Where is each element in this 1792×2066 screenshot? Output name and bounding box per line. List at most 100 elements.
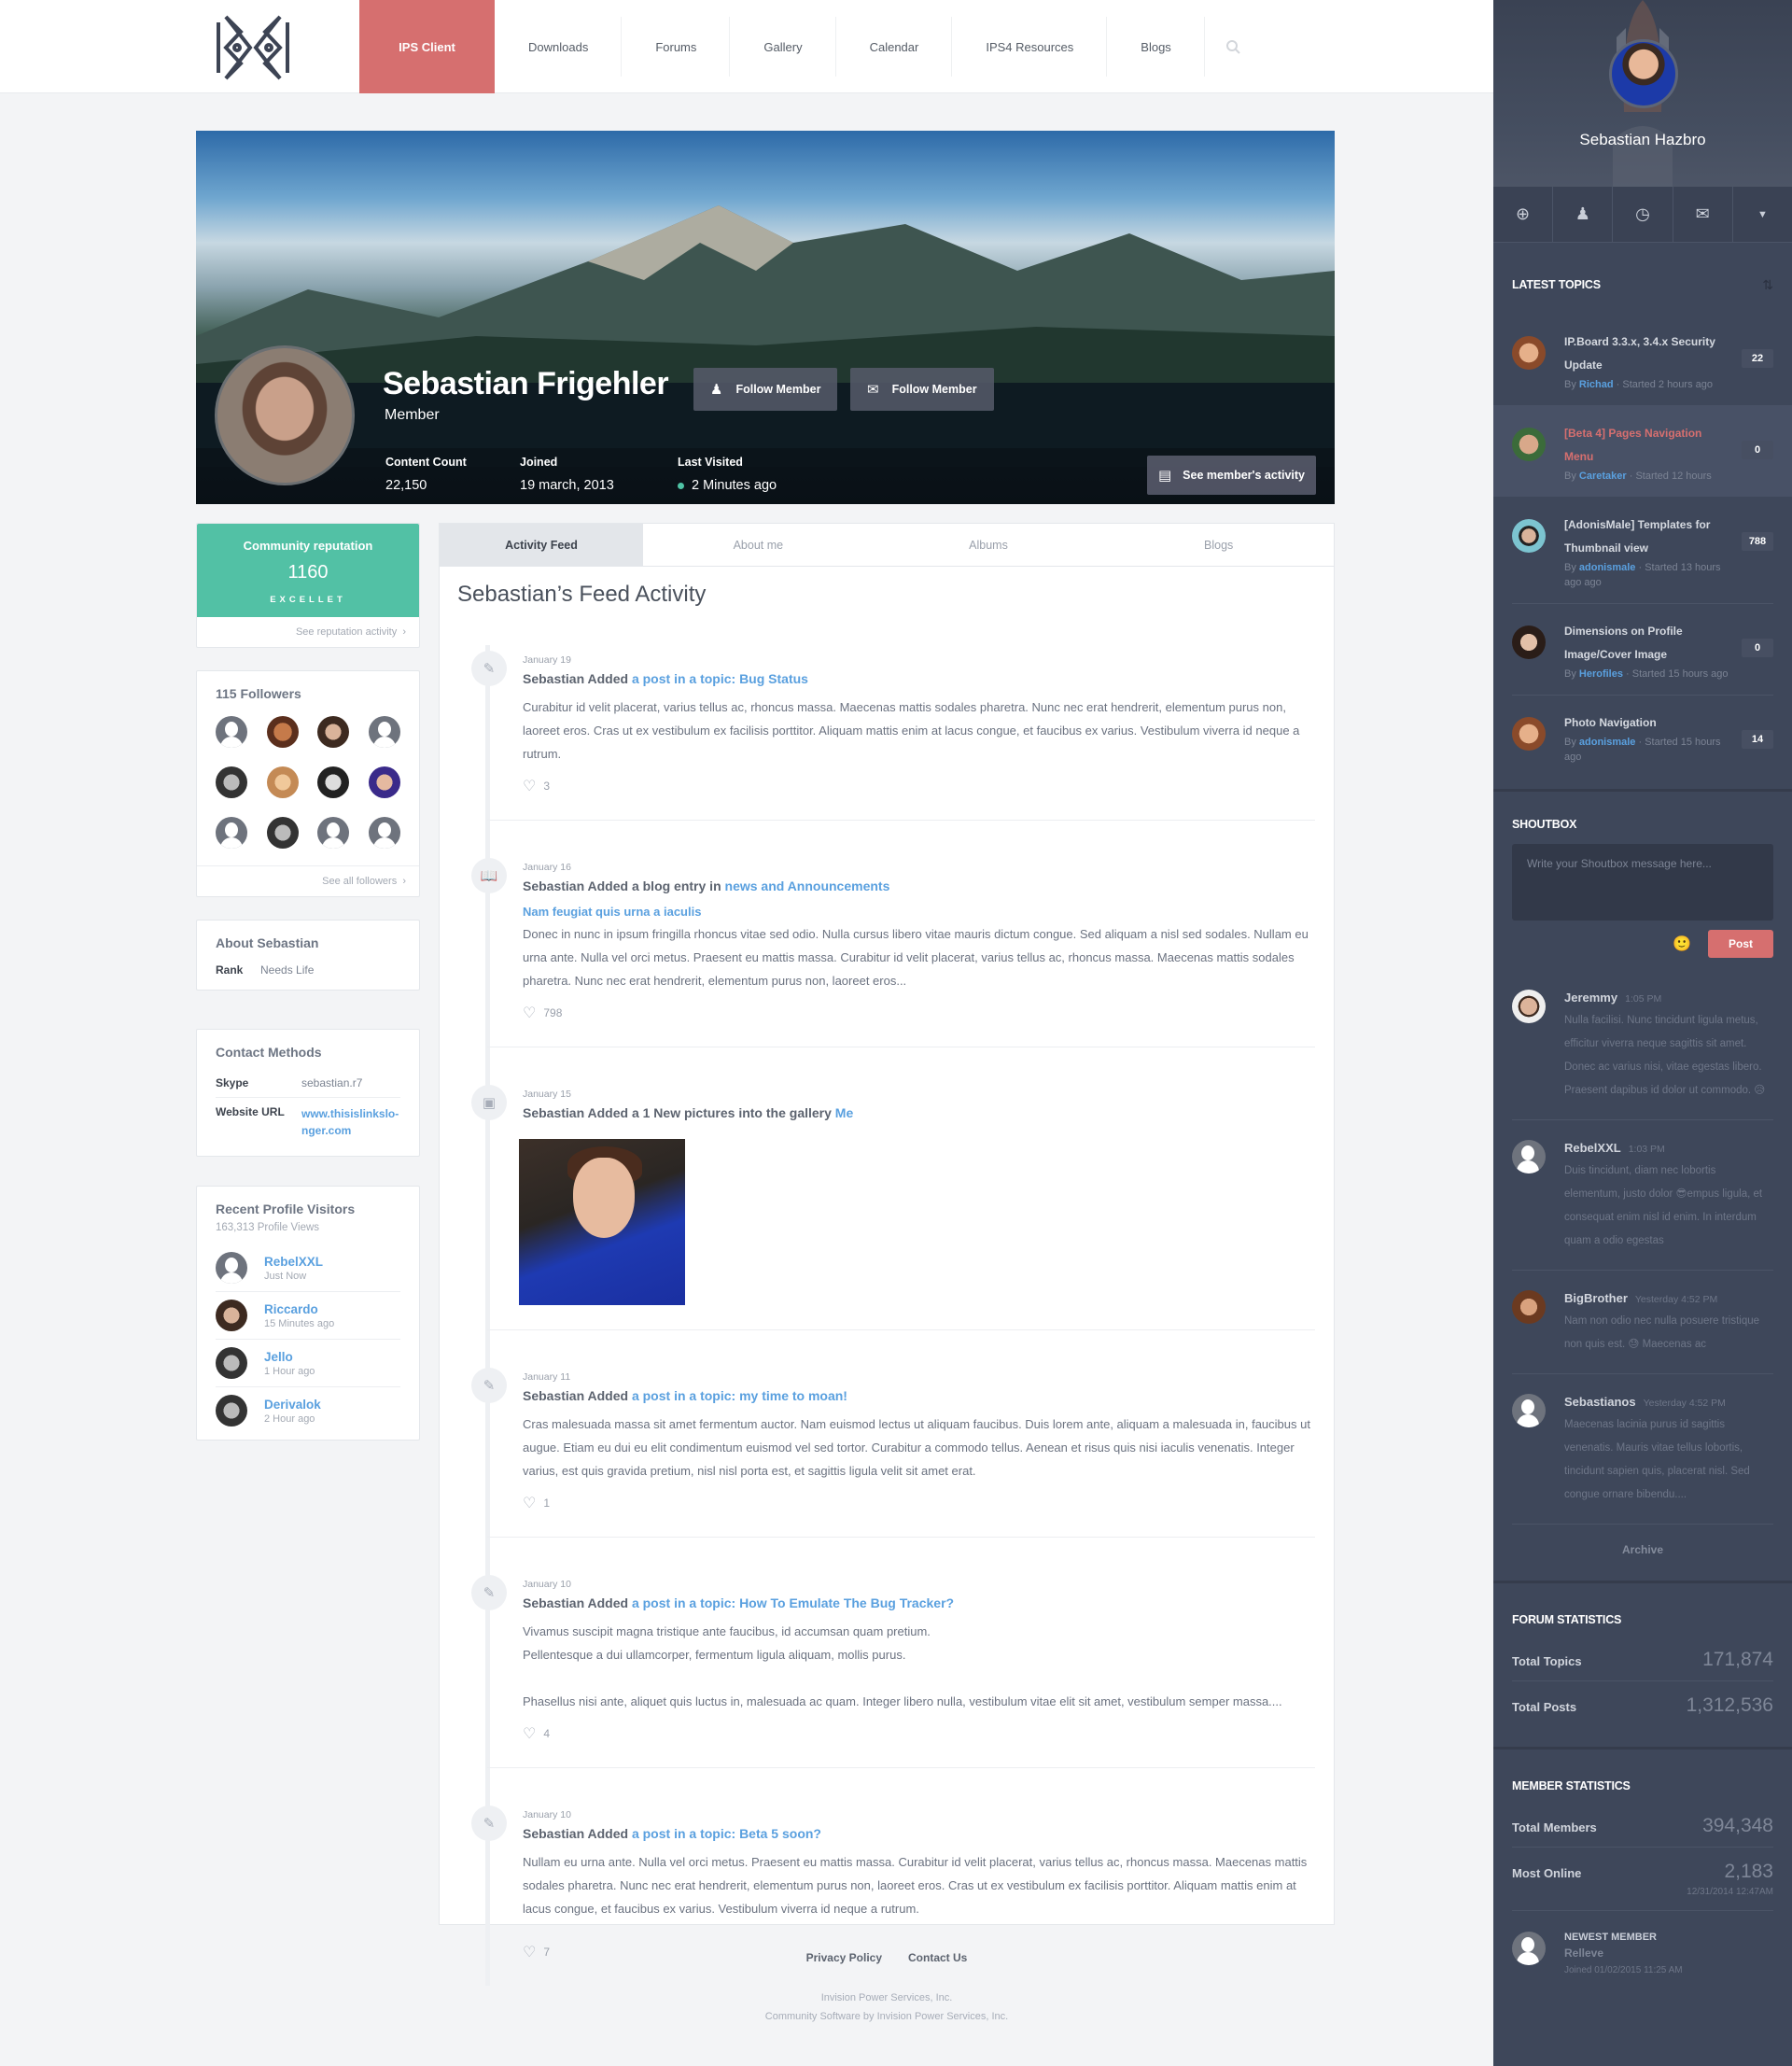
follower-avatar[interactable] [216,766,247,798]
nav-ips-client[interactable]: IPS Client [359,0,495,93]
shout-author[interactable]: RebelXXL [1564,1141,1621,1155]
visitor-name[interactable]: Jello [264,1350,315,1364]
topic-author[interactable]: Caretaker [1579,471,1627,482]
user-icon[interactable]: ♟ [1553,187,1614,242]
nav-calendar[interactable]: Calendar [836,0,953,93]
visitor-item[interactable]: Jello 1 Hour ago [216,1340,400,1387]
stat-value: 2 Minutes ago [692,478,777,493]
follower-avatar[interactable] [266,766,299,798]
visitor-item[interactable]: Derivalok 2 Hour ago [216,1387,400,1440]
site-logo[interactable] [213,13,293,82]
visitor-name[interactable]: RebelXXL [264,1255,323,1269]
like-button[interactable]: ♡ 4 [523,1724,1315,1743]
profile-role: Member [385,407,440,423]
entry-link[interactable]: a post in a topic: Beta 5 soon? [632,1826,821,1841]
profile-main: Activity Feed About me Albums Blogs Seba… [439,523,1335,1986]
clock-icon[interactable]: ◷ [1613,187,1673,242]
tab-activity-feed[interactable]: Activity Feed [440,524,643,566]
mail-icon[interactable]: ✉ [1673,187,1733,242]
topic-title[interactable]: Photo Navigation [1564,711,1734,735]
topic-item[interactable]: [AdonisMale] Templates for Thumbnail vie… [1493,497,1792,603]
topic-item[interactable]: IP.Board 3.3.x, 3.4.x Security Update By… [1493,314,1792,405]
topic-item[interactable]: Photo Navigation By adonismale · Started… [1493,695,1792,778]
topic-author[interactable]: Richad [1579,379,1614,390]
follower-avatar[interactable] [216,817,247,849]
topic-title[interactable]: IP.Board 3.3.x, 3.4.x Security Update [1564,330,1734,377]
shout-author[interactable]: BigBrother [1564,1291,1628,1305]
entry-link[interactable]: news and Announcements [725,878,890,893]
entry-link[interactable]: a post in a topic: Bug Status [632,671,808,686]
tab-about-me[interactable]: About me [643,524,874,566]
newest-member[interactable]: NEWEST MEMBER Relleve Joined 01/02/2015 … [1493,1911,1792,1996]
follower-avatar[interactable] [368,817,400,849]
topic-author[interactable]: adonismale [1579,737,1636,748]
profile-avatar[interactable] [215,345,355,485]
shout-author[interactable]: Sebastianos [1564,1395,1636,1409]
shoutbox-archive-link[interactable]: Archive [1512,1524,1773,1581]
visitor-time: 15 Minutes ago [264,1317,335,1329]
topic-item[interactable]: Dimensions on Profile Image/Cover Image … [1493,603,1792,695]
topic-item[interactable]: [Beta 4] Pages Navigation Menu By Careta… [1493,405,1792,497]
topic-title[interactable]: [Beta 4] Pages Navigation Menu [1564,422,1734,469]
gallery-photo[interactable] [519,1139,685,1305]
reputation-activity-link[interactable]: See reputation activity › [197,617,419,647]
follower-avatar[interactable] [368,766,400,798]
blog-entry-link[interactable]: Nam feugiat quis urna a iaculis [523,905,1315,919]
shout-message: RebelXXL 1:03 PM Duis tincidunt, diam nec… [1493,1119,1792,1270]
like-button[interactable]: ♡ 1 [523,1494,1315,1512]
search-button[interactable] [1205,0,1261,93]
nav-blogs[interactable]: Blogs [1107,0,1205,93]
sidebar-user-avatar[interactable] [1609,39,1678,108]
entry-link[interactable]: a post in a topic: How To Emulate The Bu… [632,1595,954,1610]
follower-avatar[interactable] [317,716,350,748]
follow-member-button[interactable]: ♟ Follow Member [693,368,838,411]
topic-author[interactable]: Herofiles [1579,668,1623,680]
follower-avatar[interactable] [216,716,247,748]
privacy-policy-link[interactable]: Privacy Policy [806,1951,882,1964]
reputation-level: EXCELLET [270,595,346,605]
nav-forums[interactable]: Forums [622,0,731,93]
topic-author[interactable]: adonismale [1579,562,1636,573]
sidebar-user-actions: ⊕ ♟ ◷ ✉ ▼ [1493,187,1792,243]
website-link[interactable]: www.thisislinkslo-nger.com [301,1105,400,1139]
shout-text: Maecenas lacinia purus id sagittis venen… [1564,1419,1750,1500]
add-icon[interactable]: ⊕ [1493,187,1554,242]
contact-us-link[interactable]: Contact Us [908,1951,967,1964]
follower-avatar[interactable] [266,716,299,748]
topic-title[interactable]: [AdonisMale] Templates for Thumbnail vie… [1564,513,1734,560]
newest-member-name[interactable]: Relleve [1564,1947,1683,1960]
footer-company: Invision Power Services, Inc. [820,1992,953,2003]
shoutbox-input[interactable]: Write your Shoutbox message here... [1512,844,1773,921]
see-all-followers-link[interactable]: See all followers › [197,866,419,896]
post-button[interactable]: Post [1708,930,1773,958]
dropdown-icon[interactable]: ▼ [1733,187,1792,242]
follower-avatar[interactable] [368,716,400,748]
see-activity-button[interactable]: ▤ See member's activity [1146,456,1316,495]
sidebar-user-name[interactable]: Sebastian Hazbro [1493,131,1792,149]
nav-downloads[interactable]: Downloads [495,0,623,93]
visitor-name[interactable]: Derivalok [264,1398,321,1412]
nav-gallery[interactable]: Gallery [730,0,836,93]
entry-link[interactable]: Me [835,1105,853,1120]
topic-reply-count: 788 [1742,532,1773,551]
tab-albums[interactable]: Albums [874,524,1104,566]
visitor-item[interactable]: RebelXXL Just Now [216,1244,400,1292]
emoji-picker-icon[interactable]: 🙂 [1673,935,1691,953]
nav-ips4-resources[interactable]: IPS4 Resources [952,0,1108,93]
like-button[interactable]: ♡ 3 [523,777,1315,795]
tab-blogs[interactable]: Blogs [1103,524,1334,566]
stat-label: Content Count [385,456,467,469]
visitor-name[interactable]: Riccardo [264,1302,334,1316]
entry-link[interactable]: a post in a topic: my time to moan! [632,1388,847,1403]
shout-author[interactable]: Jeremmy [1564,991,1617,1005]
follower-avatar[interactable] [266,817,299,849]
like-button[interactable]: ♡ 798 [523,1004,1315,1022]
visitor-item[interactable]: Riccardo 15 Minutes ago [216,1292,400,1340]
entry-date: January 11 [523,1371,571,1383]
message-member-button[interactable]: ✉ Follow Member [850,368,994,411]
topic-title[interactable]: Dimensions on Profile Image/Cover Image [1564,620,1734,667]
follower-avatar[interactable] [317,817,350,849]
follower-avatar[interactable] [317,766,350,798]
visitors-title: Recent Profile Visitors [216,1202,356,1216]
refresh-icon[interactable]: ⇅ [1762,277,1773,293]
